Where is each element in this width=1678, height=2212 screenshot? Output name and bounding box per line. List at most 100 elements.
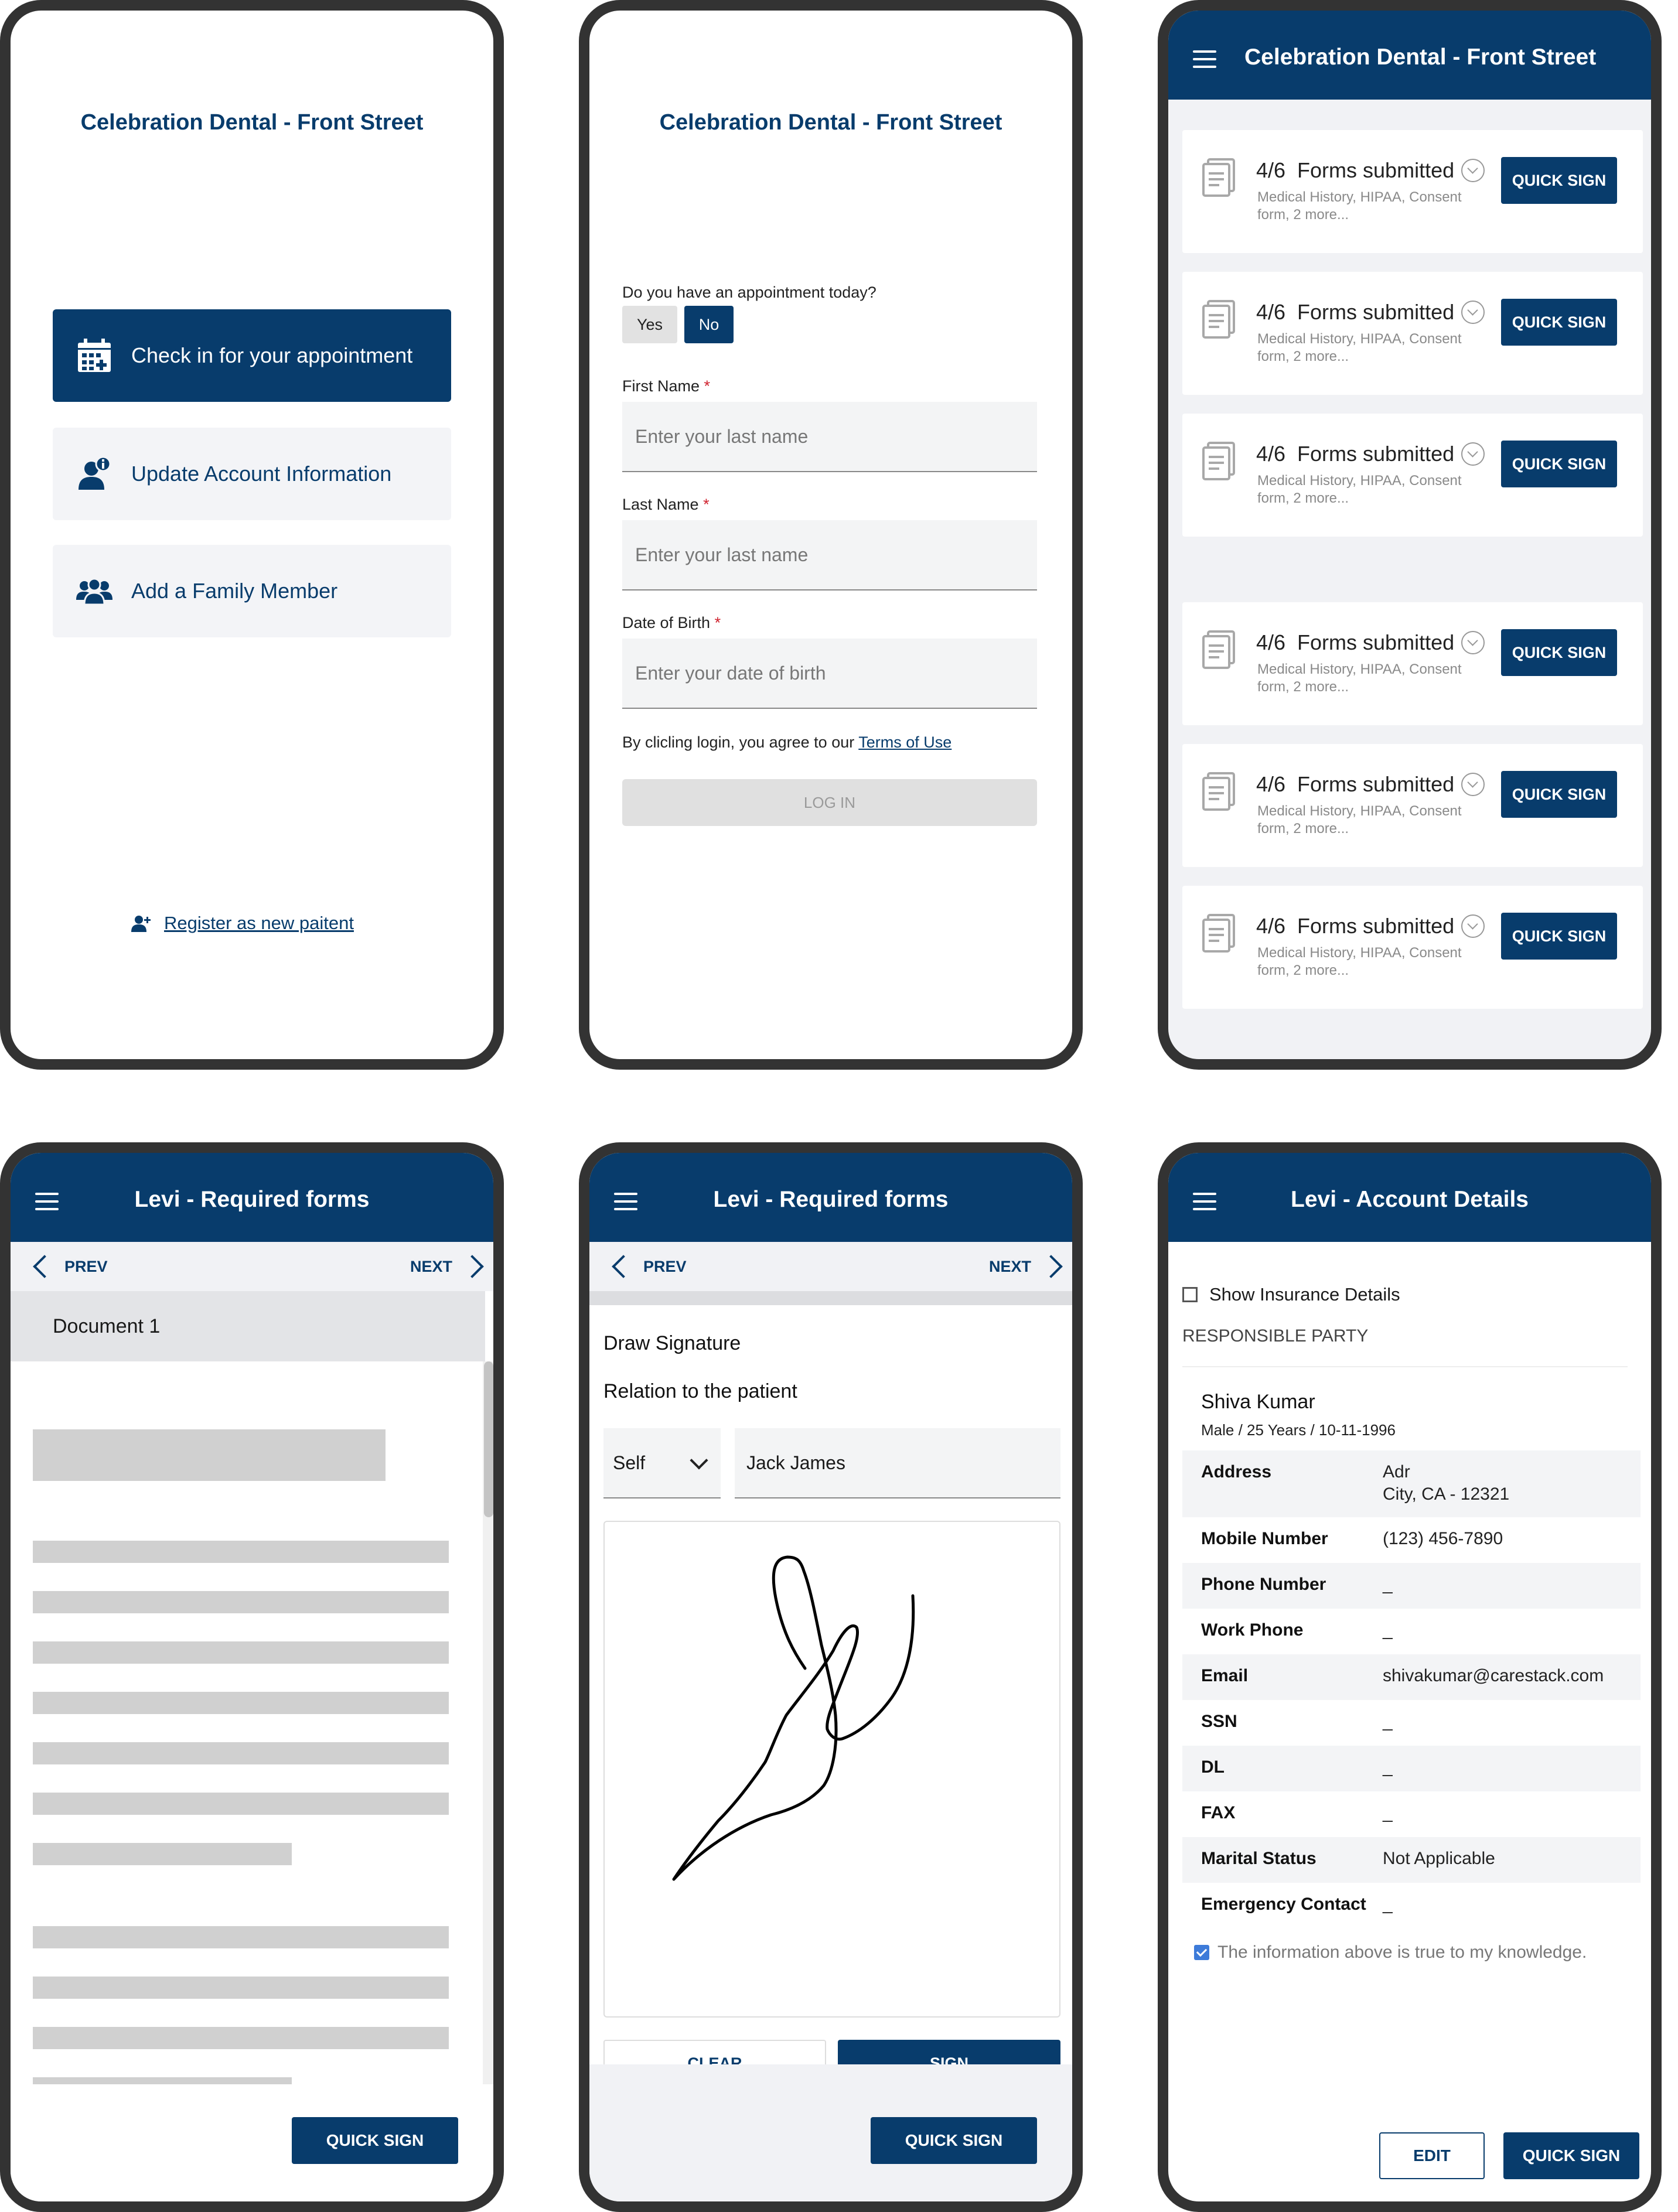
document-line-placeholder [33,2027,449,2049]
no-toggle[interactable]: No [684,306,734,343]
form-card[interactable]: 4/6 Forms submitted Medical History, HIPAA… [1182,272,1643,395]
chevron-down-circle-icon[interactable] [1461,159,1485,182]
forms-summary: Medical History, HIPAA, Consent form, 2 … [1257,661,1462,695]
register-link[interactable]: Register as new paitent [131,913,354,934]
quick-sign-button[interactable]: QUICK SIGN [1501,771,1617,818]
terms-text: By clicling login, you agree to our Term… [622,733,952,751]
detail-value: _ [1383,1575,1393,1594]
detail-key: Address [1201,1462,1272,1482]
prev-button[interactable]: PREV [33,1242,108,1291]
login-button[interactable]: LOG IN [622,779,1037,826]
document-heading-placeholder [33,1429,386,1481]
attestation-checkbox[interactable]: The information above is true to my know… [1194,1943,1587,1962]
detail-value: (123) 456-7890 [1383,1529,1503,1548]
document-line-placeholder [33,1541,449,1563]
draw-signature-label: Draw Signature [603,1332,741,1354]
detail-value: _ [1383,1757,1393,1777]
document-tab[interactable]: Document 1 [11,1291,485,1361]
update-account-button[interactable]: Update Account Information [53,428,451,520]
register-label: Register as new paitent [164,913,354,933]
checkbox-checked-icon [1194,1945,1209,1960]
document-line-placeholder [33,1641,449,1664]
scrollbar-thumb[interactable] [484,1361,493,1517]
hamburger-menu-icon[interactable] [1193,50,1216,68]
detail-key: Phone Number [1201,1575,1326,1594]
yes-toggle[interactable]: Yes [622,306,677,343]
forms-count: 4/6 Forms submitted [1256,914,1485,938]
checkbox-unchecked-icon [1182,1287,1198,1302]
last-name-field[interactable]: Enter your last name [622,520,1037,590]
forms-summary: Medical History, HIPAA, Consent form, 2 … [1257,945,1462,978]
relation-select[interactable]: Self [603,1428,721,1498]
quick-sign-button[interactable]: QUICK SIGN [1501,441,1617,487]
patient-name: Shiva Kumar [1201,1391,1315,1413]
detail-value: _ [1383,1894,1393,1914]
detail-row: SSN _ [1182,1700,1641,1746]
phone-required-forms-screen: Levi - Required forms PREV NEXT Document… [0,1142,504,2212]
app-header: Levi - Required forms [11,1153,493,1242]
prev-button[interactable]: PREV [612,1242,687,1291]
next-button[interactable]: NEXT [410,1242,484,1291]
detail-key: SSN [1201,1712,1237,1731]
edit-button[interactable]: EDIT [1379,2132,1485,2179]
detail-key: Work Phone [1201,1620,1304,1640]
section-heading: RESPONSIBLE PARTY [1182,1326,1369,1346]
document-icon [1201,772,1236,814]
chevron-right-icon [461,1255,484,1278]
appointment-question: Do you have an appointment today? [622,284,876,301]
terms-link[interactable]: Terms of Use [858,733,951,751]
quick-sign-button[interactable]: QUICK SIGN [1501,299,1617,346]
divider [1182,1366,1628,1367]
form-card[interactable]: 4/6 Forms submitted Medical History, HIPAA… [1182,130,1643,253]
chevron-down-circle-icon[interactable] [1461,773,1485,796]
check-in-button[interactable]: Check in for your appointment [53,309,451,402]
dob-field[interactable]: Enter your date of birth [622,639,1037,709]
pager-bar: PREV NEXT [11,1242,493,1291]
forms-count: 4/6 Forms submitted [1256,158,1485,183]
detail-key: Marital Status [1201,1849,1317,1868]
chevron-down-circle-icon[interactable] [1461,914,1485,938]
calendar-plus-icon [76,337,112,374]
quick-sign-button[interactable]: QUICK SIGN [1501,629,1617,676]
quick-sign-button[interactable]: QUICK SIGN [1503,2132,1639,2179]
bottom-action-bar: QUICK SIGN [589,2064,1072,2201]
forms-count: 4/6 Forms submitted [1256,630,1485,655]
show-insurance-checkbox[interactable]: Show Insurance Details [1182,1284,1400,1305]
detail-row: Phone Number _ [1182,1563,1641,1609]
signature-pad[interactable] [603,1521,1060,2018]
detail-row: Address Adr City, CA - 12321 [1182,1450,1641,1517]
chevron-left-icon [33,1255,56,1278]
header-title: Celebration Dental - Front Street [1244,45,1597,70]
detail-row: Work Phone _ [1182,1609,1641,1654]
relation-select-value: Self [613,1452,646,1473]
detail-value: _ [1383,1712,1393,1731]
quick-sign-button[interactable]: QUICK SIGN [292,2117,458,2164]
quick-sign-button[interactable]: QUICK SIGN [1501,157,1617,204]
chevron-down-circle-icon[interactable] [1461,631,1485,654]
relation-name-field[interactable]: Jack James [735,1428,1060,1498]
header-title: Levi - Account Details [1291,1187,1529,1212]
detail-value: _ [1383,1620,1393,1640]
header-title: Levi - Required forms [134,1187,370,1212]
detail-row: FAX _ [1182,1791,1641,1837]
bottom-action-bar: QUICK SIGN [11,2084,493,2201]
form-card[interactable]: 4/6 Forms submitted Medical History, HIPAA… [1182,886,1643,1009]
quick-sign-button[interactable]: QUICK SIGN [1501,913,1617,960]
patient-demographics: Male / 25 Years / 10-11-1996 [1201,1421,1396,1439]
form-card[interactable]: 4/6 Forms submitted Medical History, HIPAA… [1182,414,1643,537]
last-name-label: Last Name * [622,496,710,513]
first-name-field[interactable]: Enter your last name [622,402,1037,472]
detail-value: Not Applicable [1383,1849,1495,1868]
chevron-down-circle-icon[interactable] [1461,301,1485,324]
detail-row: Mobile Number (123) 456-7890 [1182,1517,1641,1563]
document-line-placeholder [33,1793,449,1815]
document-line-placeholder [33,1742,449,1764]
quick-sign-button[interactable]: QUICK SIGN [871,2117,1037,2164]
chevron-down-circle-icon[interactable] [1461,442,1485,466]
next-button[interactable]: NEXT [989,1242,1063,1291]
add-family-button[interactable]: Add a Family Member [53,545,451,637]
user-plus-icon [131,914,151,932]
form-card[interactable]: 4/6 Forms submitted Medical History, HIPAA… [1182,602,1643,725]
form-card[interactable]: 4/6 Forms submitted Medical History, HIPAA… [1182,744,1643,867]
detail-row: Marital Status Not Applicable [1182,1837,1641,1883]
